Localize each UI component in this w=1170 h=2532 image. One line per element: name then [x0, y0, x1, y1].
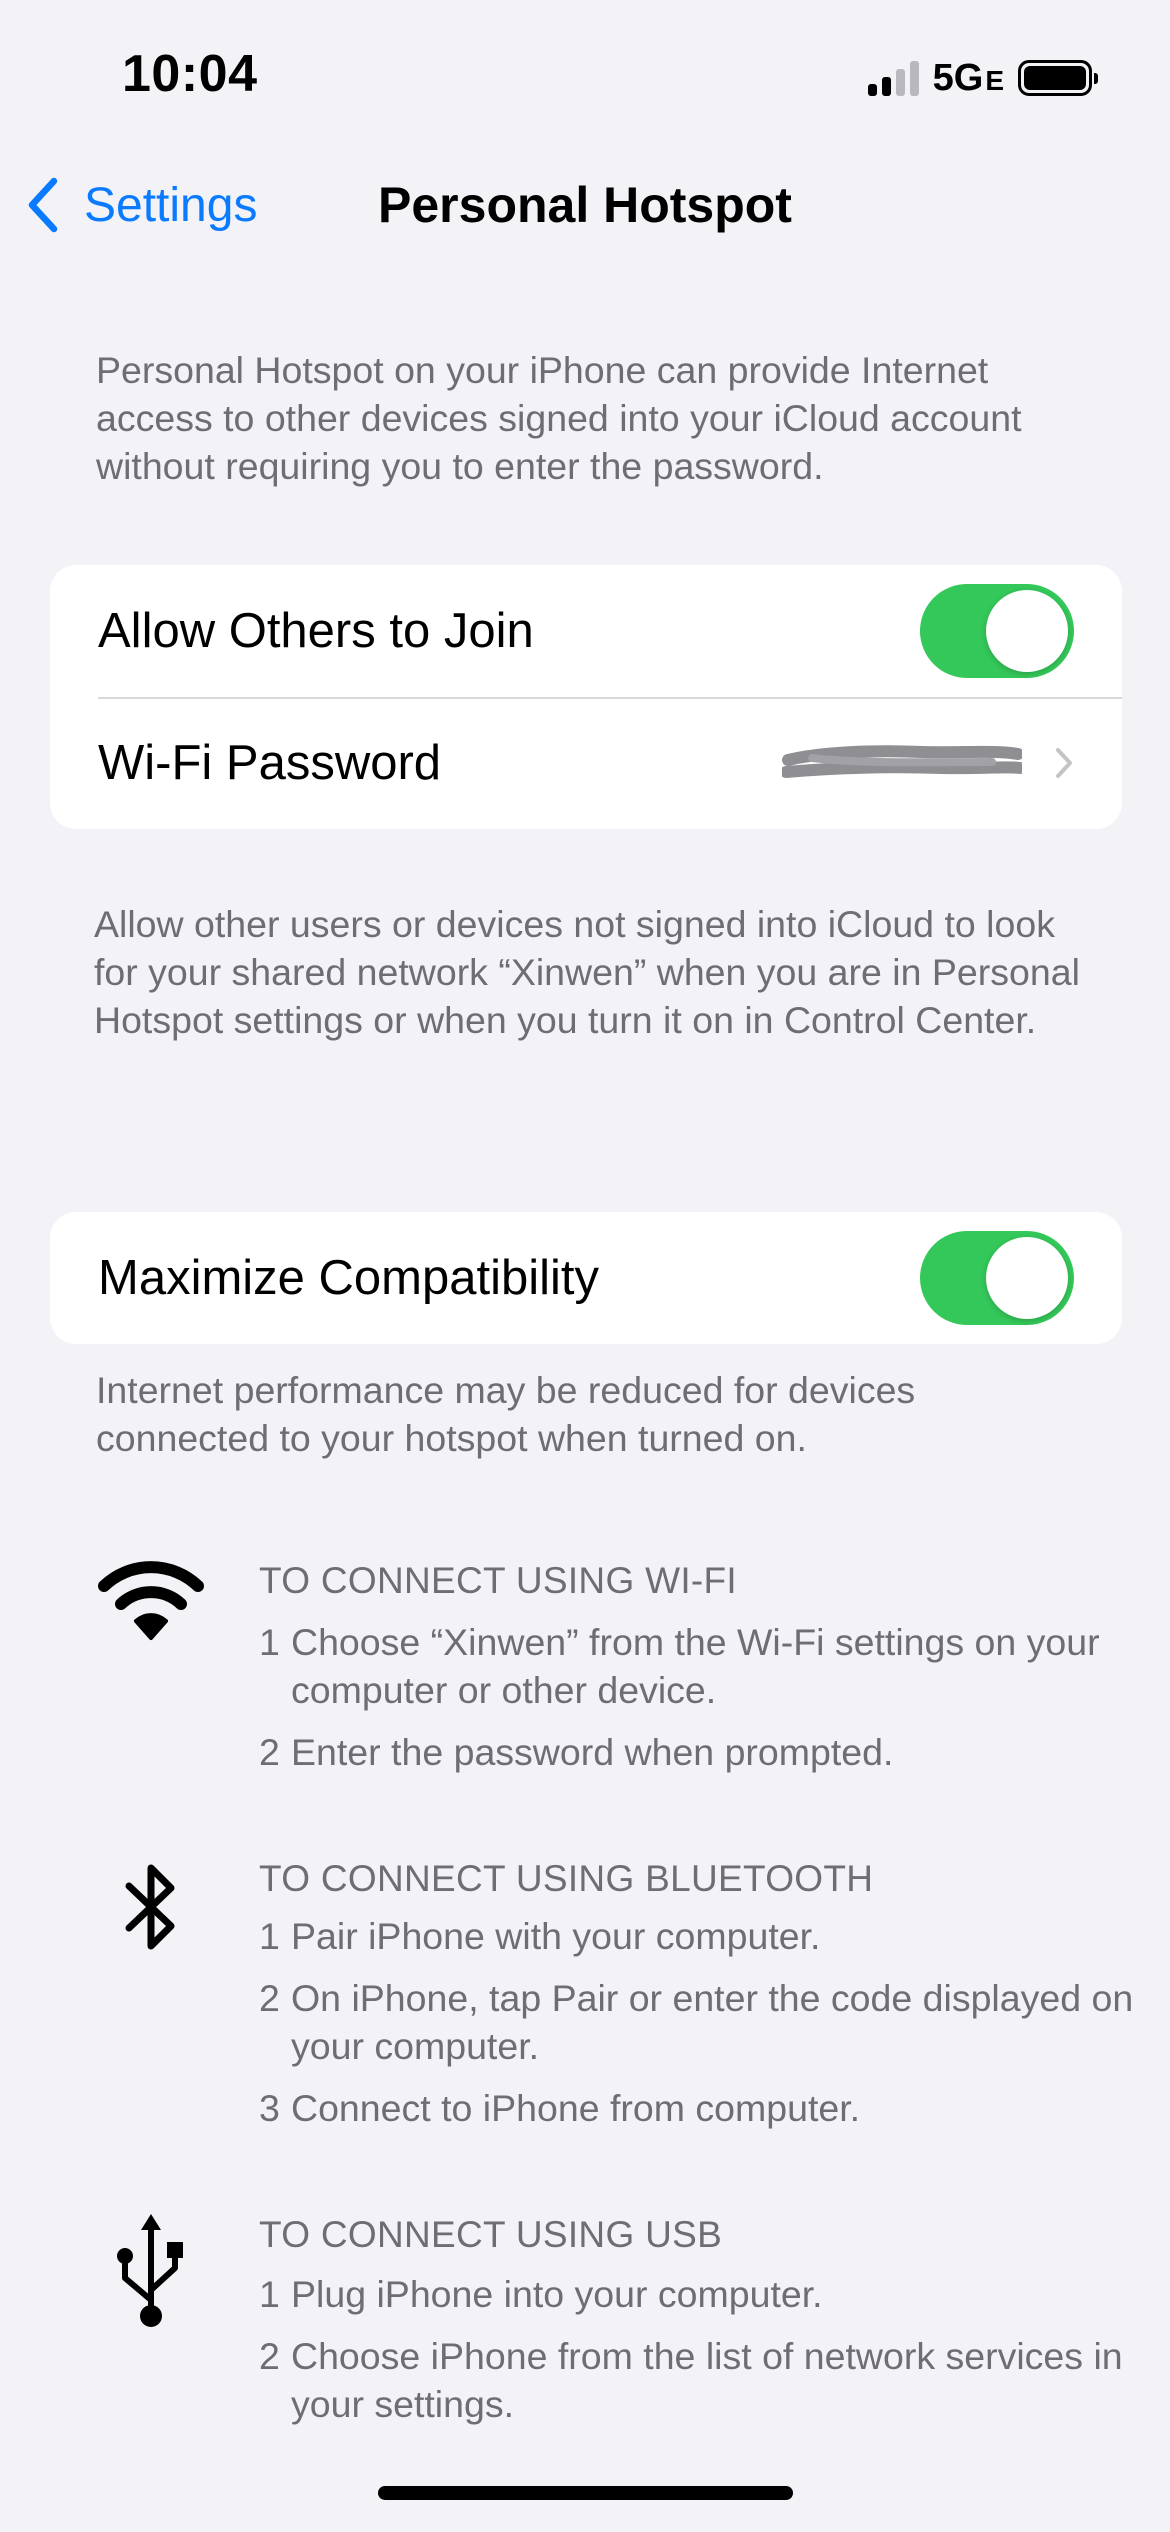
hotspot-settings-group: Allow Others to Join Wi-Fi Password	[50, 565, 1122, 829]
bluetooth-icon	[96, 1860, 206, 1954]
bluetooth-step: 2 On iPhone, tap Pair or enter the code d…	[259, 1977, 1134, 2067]
network-type: 5GE	[932, 56, 1004, 99]
usb-heading: TO CONNECT USING USB	[259, 2214, 723, 2255]
wifi-icon	[96, 1560, 206, 1642]
navigation-bar: Settings Personal Hotspot	[0, 160, 1170, 252]
page-title: Personal Hotspot	[378, 177, 792, 233]
usb-step: 2 Choose iPhone from the list of network …	[259, 2335, 1123, 2425]
status-time: 10:04	[122, 45, 258, 103]
toggle-knob	[986, 1237, 1068, 1319]
bluetooth-step: 3 Connect to iPhone from computer.	[259, 2087, 861, 2129]
wifi-password-row[interactable]: Wi-Fi Password	[50, 697, 1122, 829]
usb-icon	[96, 2212, 206, 2330]
status-bar: 10:04 5GE	[0, 0, 1170, 150]
intro-description: Personal Hotspot on your iPhone can prov…	[96, 349, 1022, 487]
maximize-compatibility-row: Maximize Compatibility	[50, 1212, 1122, 1344]
compatibility-description: Internet performance may be reduced for …	[96, 1369, 916, 1459]
bluetooth-heading: TO CONNECT USING BLUETOOTH	[259, 1858, 874, 1899]
home-indicator[interactable]	[378, 2486, 793, 2500]
bluetooth-step: 1 Pair iPhone with your computer.	[259, 1915, 821, 1957]
usb-step: 1 Plug iPhone into your computer.	[259, 2273, 823, 2315]
allow-others-row: Allow Others to Join	[50, 565, 1122, 697]
wifi-password-label: Wi-Fi Password	[98, 736, 442, 790]
status-indicators: 5GE	[867, 56, 1098, 100]
chevron-right-icon	[1056, 748, 1072, 778]
allow-others-toggle[interactable]	[920, 584, 1074, 678]
maximize-compatibility-label: Maximize Compatibility	[98, 1251, 600, 1305]
redacted-password-value	[782, 745, 1022, 778]
wifi-heading: TO CONNECT USING WI-FI	[259, 1560, 738, 1601]
toggle-knob	[986, 590, 1068, 672]
maximize-compatibility-toggle[interactable]	[920, 1231, 1074, 1325]
battery-icon	[1018, 60, 1098, 96]
compatibility-group: Maximize Compatibility	[50, 1212, 1122, 1344]
personal-hotspot-screen: 10:04 5GE Settings Personal Hotspot Pers…	[0, 0, 1170, 2532]
allow-others-label: Allow Others to Join	[98, 604, 534, 658]
allow-others-description: Allow other users or devices not signed …	[94, 903, 1080, 1041]
wifi-step: 1 Choose “Xinwen” from the Wi-Fi settings…	[259, 1621, 1100, 1711]
wifi-step: 2 Enter the password when prompted.	[259, 1731, 894, 1773]
cellular-signal-icon	[867, 60, 919, 96]
